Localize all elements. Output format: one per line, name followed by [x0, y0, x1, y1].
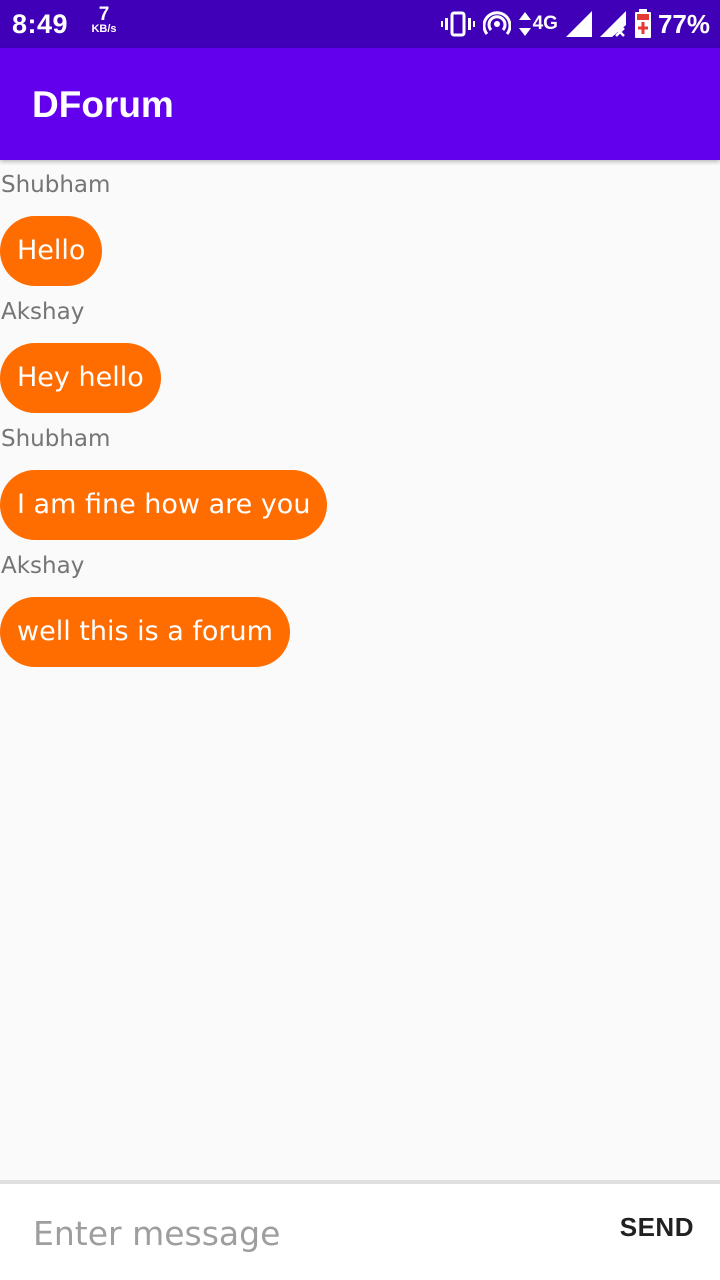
network-speed-unit: KB/s [91, 23, 117, 35]
signal-no-service-icon [599, 11, 626, 37]
app-title: DForum [32, 84, 174, 125]
message-item: Akshay Hey hello [0, 287, 720, 414]
message-sender: Shubham [1, 172, 111, 198]
message-bubble: I am fine how are you [0, 470, 328, 540]
status-bar: 8:49 7 KB/s 4G 77% [0, 0, 720, 48]
message-bubble: Hello [0, 216, 103, 286]
vibrate-icon [440, 11, 475, 37]
status-time: 8:49 [12, 9, 69, 39]
hotspot-icon [482, 10, 511, 38]
battery-percent: 77% [657, 8, 710, 39]
message-sender: Akshay [1, 299, 85, 325]
data-arrows-icon [518, 12, 531, 36]
message-composer: SEND [0, 1180, 720, 1280]
network-speed: 7 KB/s [88, 5, 120, 35]
message-bubble: Hey hello [0, 343, 161, 413]
message-list[interactable]: Shubham Hello Akshay Hey hello Shubham I… [0, 160, 720, 1180]
status-icons: 4G 77% [440, 6, 710, 42]
message-item: Shubham I am fine how are you [0, 414, 720, 541]
send-button[interactable]: SEND [620, 1212, 694, 1243]
message-item: Shubham Hello [0, 160, 720, 287]
message-sender: Akshay [1, 553, 85, 579]
message-item: Akshay well this is a forum [0, 541, 720, 668]
app-bar: DForum [0, 48, 720, 160]
signal-icon [565, 11, 592, 37]
network-speed-value: 7 [98, 4, 110, 25]
message-bubble: well this is a forum [0, 597, 290, 667]
network-type: 4G [532, 13, 558, 34]
message-sender: Shubham [1, 426, 111, 452]
message-input[interactable] [33, 1210, 573, 1256]
battery-charging-icon [634, 9, 652, 39]
